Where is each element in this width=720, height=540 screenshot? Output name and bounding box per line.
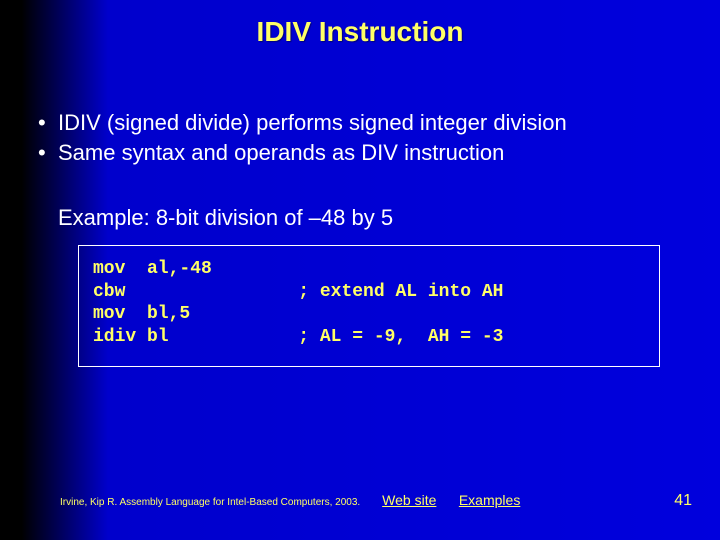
slide-title: IDIV Instruction: [0, 0, 720, 58]
slide: IDIV Instruction IDIV (signed divide) pe…: [0, 0, 720, 540]
bullet-item: Same syntax and operands as DIV instruct…: [30, 138, 690, 168]
bullet-item: IDIV (signed divide) performs signed int…: [30, 108, 690, 138]
bullet-list: IDIV (signed divide) performs signed int…: [30, 108, 690, 167]
code-line: cbw ; extend AL into AH: [93, 281, 645, 304]
code-line: mov bl,5: [93, 303, 645, 326]
website-link[interactable]: Web site: [382, 492, 436, 508]
code-line: idiv bl ; AL = -9, AH = -3: [93, 326, 645, 349]
code-line: mov al,-48: [93, 258, 645, 281]
example-label: Example: 8-bit division of –48 by 5: [58, 205, 690, 231]
examples-link[interactable]: Examples: [459, 492, 520, 508]
citation-text: Irvine, Kip R. Assembly Language for Int…: [60, 497, 360, 508]
slide-body: IDIV (signed divide) performs signed int…: [0, 58, 720, 367]
footer-links: Web site Examples: [382, 492, 538, 510]
code-box: mov al,-48 cbw ; extend AL into AH mov b…: [78, 245, 660, 367]
footer: Irvine, Kip R. Assembly Language for Int…: [0, 492, 720, 510]
page-number: 41: [674, 492, 692, 510]
